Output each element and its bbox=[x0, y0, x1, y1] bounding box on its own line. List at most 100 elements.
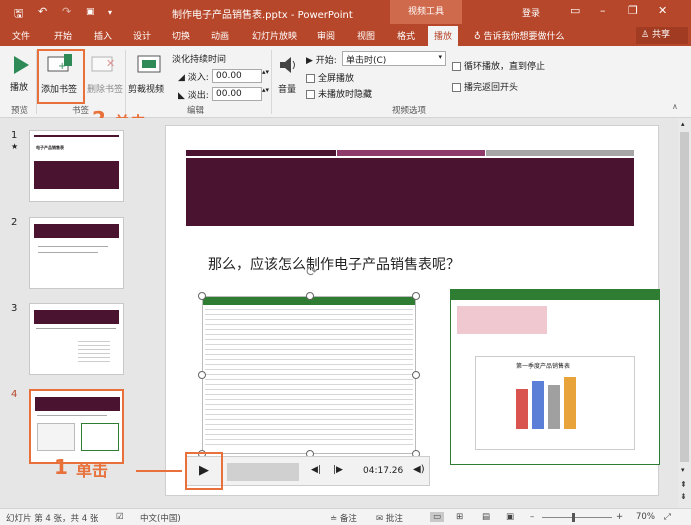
fade-out-spinner[interactable]: ▴▾ bbox=[262, 86, 269, 94]
status-bar: 幻灯片 第 4 张，共 4 张 ☑ 中文(中国) ≐ 备注 ✉ 批注 ▭ ⊞ ▤… bbox=[0, 508, 691, 525]
step-forward-icon[interactable]: |▶ bbox=[333, 465, 343, 475]
tab-slideshow[interactable]: 幻灯片放映 bbox=[252, 29, 297, 42]
sorter-view-icon[interactable]: ⊞ bbox=[456, 512, 463, 522]
scroll-up-icon[interactable]: ▴ bbox=[681, 120, 685, 128]
resize-handle[interactable] bbox=[306, 292, 314, 300]
slide-number: 2 bbox=[11, 217, 18, 228]
tab-file[interactable]: 文件 bbox=[12, 29, 30, 42]
save-icon[interactable]: 🖫 bbox=[14, 5, 23, 24]
start-icon: ▶ bbox=[306, 56, 316, 66]
zoom-slider[interactable] bbox=[542, 517, 612, 518]
comment-icon: ✉ bbox=[376, 514, 386, 524]
tab-transitions[interactable]: 切换 bbox=[172, 29, 190, 42]
checkbox-box bbox=[306, 74, 315, 83]
scroll-thumb[interactable] bbox=[680, 132, 689, 462]
start-select[interactable]: 单击时(C) ▾ bbox=[342, 51, 446, 66]
slide-thumbnail-3[interactable] bbox=[29, 303, 124, 375]
step2-highlight bbox=[37, 49, 85, 104]
deco-bar bbox=[486, 150, 634, 156]
slide-thumbnail-4[interactable] bbox=[29, 389, 124, 464]
video-progress[interactable] bbox=[227, 463, 299, 481]
fullscreen-label: 全屏播放 bbox=[318, 74, 355, 84]
ribbon-options-icon[interactable]: ▭ bbox=[570, 4, 580, 17]
vertical-scrollbar[interactable]: ▴ ▾ ⇞ ⇟ bbox=[678, 118, 691, 508]
document-title: 制作电子产品销售表.pptx - PowerPoint bbox=[172, 10, 353, 21]
tab-home[interactable]: 开始 bbox=[54, 29, 72, 42]
tell-me-search[interactable]: ♁ 告诉我你想要做什么 bbox=[474, 29, 564, 42]
reading-view-icon[interactable]: ▤ bbox=[482, 512, 490, 522]
from-beginning-icon[interactable]: ▣ bbox=[86, 7, 95, 17]
zoom-out-icon[interactable]: – bbox=[530, 512, 534, 522]
excel-screenshot[interactable]: 第一季度产品销售表 bbox=[450, 289, 660, 465]
tell-me-label: 告诉我你想要做什么 bbox=[483, 32, 565, 42]
fade-duration-title: 淡化持续时间 bbox=[172, 55, 227, 65]
thumb-line bbox=[38, 246, 108, 247]
minimize-icon[interactable]: – bbox=[600, 4, 606, 17]
loop-label: 循环播放，直到停止 bbox=[464, 62, 546, 72]
fullscreen-checkbox[interactable]: 全屏播放 bbox=[306, 71, 354, 84]
resize-handle[interactable] bbox=[198, 292, 206, 300]
rotate-handle-icon[interactable]: ⟳ bbox=[306, 264, 318, 280]
comments-button[interactable]: ✉ 批注 bbox=[376, 512, 403, 524]
close-icon[interactable]: ✕ bbox=[658, 4, 667, 17]
restore-icon[interactable]: ❐ bbox=[628, 4, 638, 17]
remove-bookmark-button[interactable]: ✕ 删除书签 bbox=[85, 52, 125, 98]
fade-out-input[interactable]: 00.00 bbox=[212, 87, 262, 101]
tab-playback[interactable]: 播放 bbox=[428, 26, 459, 46]
slide-thumbnail-1[interactable]: 电子产品销售表 bbox=[29, 130, 124, 202]
spellcheck-icon[interactable]: ☑ bbox=[116, 512, 124, 522]
checkbox-box bbox=[452, 62, 461, 71]
loop-checkbox[interactable]: 循环播放，直到停止 bbox=[452, 59, 545, 72]
language-label[interactable]: 中文(中国) bbox=[140, 512, 181, 524]
next-slide-icon[interactable]: ⇟ bbox=[680, 492, 687, 501]
play-button[interactable]: 播放 bbox=[8, 52, 32, 96]
collapse-ribbon-icon[interactable]: ∧ bbox=[672, 102, 678, 111]
fade-in-input[interactable]: 00.00 bbox=[212, 69, 262, 83]
tab-view[interactable]: 视图 bbox=[357, 29, 375, 42]
notes-button[interactable]: ≐ 备注 bbox=[330, 512, 357, 524]
tab-design[interactable]: 设计 bbox=[133, 29, 151, 42]
step1-highlight bbox=[185, 452, 223, 490]
svg-text:✕: ✕ bbox=[106, 57, 115, 70]
fade-in-label: ◢ 淡入: bbox=[178, 70, 209, 83]
play-icon bbox=[14, 56, 29, 74]
resize-handle[interactable] bbox=[198, 371, 206, 379]
fade-in-text: 淡入: bbox=[187, 73, 209, 83]
resize-handle[interactable] bbox=[412, 371, 420, 379]
thumb-table bbox=[78, 338, 110, 362]
zoom-level[interactable]: 70% bbox=[636, 512, 655, 522]
fade-in-spinner[interactable]: ▴▾ bbox=[262, 68, 269, 76]
thumb-title: 电子产品销售表 bbox=[36, 145, 64, 150]
undo-icon[interactable]: ↶ bbox=[38, 5, 47, 18]
tab-format[interactable]: 格式 bbox=[397, 29, 415, 42]
zoom-in-icon[interactable]: + bbox=[616, 512, 623, 522]
zoom-slider-thumb[interactable] bbox=[572, 513, 575, 522]
slide-thumbnail-2[interactable] bbox=[29, 217, 124, 289]
slideshow-view-icon[interactable]: ▣ bbox=[506, 512, 514, 522]
normal-view-icon[interactable]: ▭ bbox=[430, 512, 445, 522]
login-link[interactable]: 登录 bbox=[522, 6, 540, 19]
thumb-block bbox=[35, 397, 120, 411]
hide-checkbox[interactable]: 未播放时隐藏 bbox=[306, 87, 372, 100]
current-slide[interactable]: 那么，应该怎么制作电子产品销售表呢？ ⟳ ▶ ◀| |▶ 04:17.26 ◀)… bbox=[165, 125, 660, 496]
tab-insert[interactable]: 插入 bbox=[94, 29, 112, 42]
share-button[interactable]: ♙ 共享 bbox=[636, 27, 688, 44]
redo-icon[interactable]: ↷ bbox=[62, 5, 71, 18]
fade-out-text: 淡出: bbox=[187, 91, 209, 101]
trim-video-button[interactable]: 剪裁视频 bbox=[128, 52, 168, 98]
step-back-icon[interactable]: ◀| bbox=[311, 465, 321, 475]
fit-slide-icon[interactable]: ⤢ bbox=[664, 512, 671, 522]
tab-review[interactable]: 审阅 bbox=[317, 29, 335, 42]
trim-video-label: 剪裁视频 bbox=[128, 85, 165, 95]
resize-handle[interactable] bbox=[412, 292, 420, 300]
video-volume-icon[interactable]: ◀) bbox=[413, 464, 425, 475]
tab-animations[interactable]: 动画 bbox=[211, 29, 229, 42]
prev-slide-icon[interactable]: ⇞ bbox=[680, 480, 687, 489]
video-object[interactable] bbox=[202, 296, 416, 454]
volume-label: 音量 bbox=[278, 85, 297, 95]
volume-button[interactable]: 音量 bbox=[275, 52, 301, 98]
scroll-down-icon[interactable]: ▾ bbox=[681, 466, 685, 474]
customize-qa-icon[interactable]: ▾ bbox=[108, 8, 112, 17]
rewind-checkbox[interactable]: 播完返回开头 bbox=[452, 80, 518, 93]
excel-chart-title: 第一季度产品销售表 bbox=[516, 363, 571, 370]
